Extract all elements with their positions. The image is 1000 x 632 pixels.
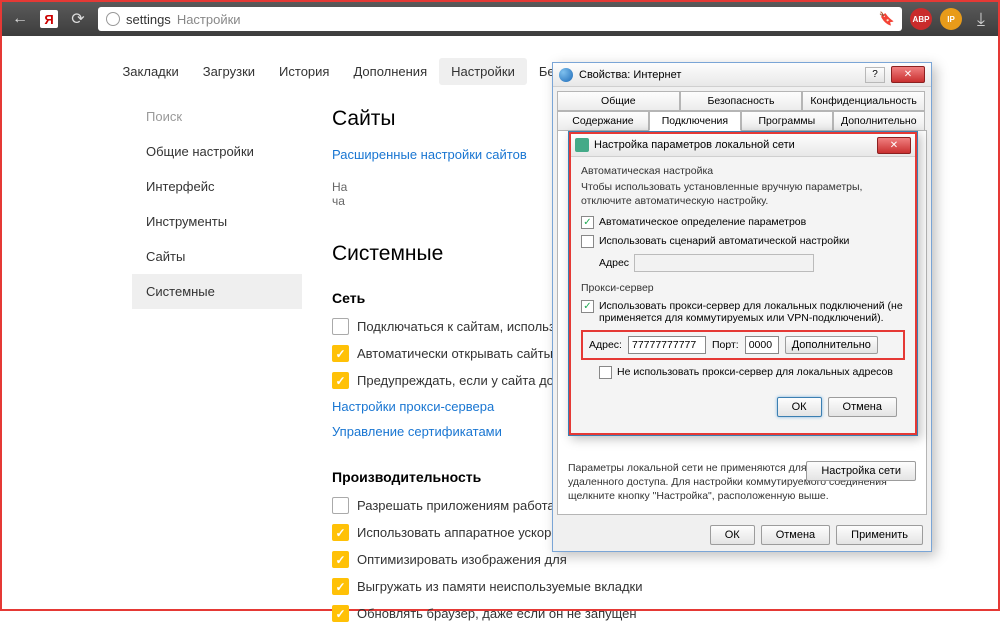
network-icon xyxy=(575,138,589,152)
lan-close-button[interactable]: ✕ xyxy=(877,137,911,154)
address-text: Настройки xyxy=(177,12,241,27)
settings-tab[interactable]: Дополнения xyxy=(341,58,439,85)
use-proxy-checkbox[interactable] xyxy=(581,300,594,313)
performance-option-checkbox[interactable] xyxy=(332,578,349,595)
dialog-titlebar[interactable]: Свойства: Интернет ? ✕ xyxy=(553,63,931,87)
dialog-tab[interactable]: Дополнительно xyxy=(833,111,925,131)
settings-tab[interactable]: Настройки xyxy=(439,58,527,85)
help-button[interactable]: ? xyxy=(865,67,885,83)
use-proxy-label: Использовать прокси-сервер для локальных… xyxy=(599,300,905,324)
bypass-local-checkbox[interactable] xyxy=(599,366,612,379)
auto-config-heading: Автоматическая настройка xyxy=(581,165,905,177)
auto-detect-checkbox[interactable] xyxy=(581,216,594,229)
downloads-icon[interactable]: ⤓ xyxy=(970,9,992,30)
network-option-checkbox[interactable] xyxy=(332,318,349,335)
sidebar-item[interactable]: Общие настройки xyxy=(132,134,302,169)
performance-option-label: Выгружать из памяти неиспользуемые вклад… xyxy=(357,579,643,594)
address-bar[interactable]: settings Настройки 🔖 xyxy=(98,7,902,31)
globe-icon xyxy=(559,68,573,82)
network-option-checkbox[interactable] xyxy=(332,345,349,362)
proxy-port-label: Порт: xyxy=(712,339,739,351)
browser-toolbar: ← Я ⟳ settings Настройки 🔖 ABP IP ⤓ xyxy=(2,2,998,36)
sidebar-item[interactable]: Сайты xyxy=(132,239,302,274)
apply-button[interactable]: Применить xyxy=(836,525,923,545)
dialog-buttons: ОК Отмена Применить xyxy=(553,519,931,551)
use-script-checkbox[interactable] xyxy=(581,235,594,248)
dialog-tab[interactable]: Безопасность xyxy=(680,91,803,111)
auto-config-note: Чтобы использовать установленные вручную… xyxy=(581,181,905,208)
performance-option-checkbox[interactable] xyxy=(332,551,349,568)
performance-option-label: Обновлять браузер, даже если он не запущ… xyxy=(357,606,637,621)
dialog-tab[interactable]: Общие xyxy=(557,91,680,111)
network-option-label: Автоматически открывать сайты по xyxy=(357,346,571,361)
network-option-label: Подключаться к сайтам, использую xyxy=(357,319,571,334)
script-address-label: Адрес xyxy=(599,257,629,269)
lan-ok-button[interactable]: ОК xyxy=(777,397,822,417)
performance-option-label: Разрешать приложениям работать xyxy=(357,498,567,513)
network-settings-button[interactable]: Настройка сети xyxy=(806,461,916,481)
proxy-address-label: Адрес: xyxy=(589,339,622,351)
back-button[interactable]: ← xyxy=(8,7,32,31)
bookmark-icon[interactable]: 🔖 xyxy=(880,10,894,28)
sidebar-item[interactable]: Инструменты xyxy=(132,204,302,239)
bypass-local-label: Не использовать прокси-сервер для локаль… xyxy=(617,366,893,378)
auto-detect-label: Автоматическое определение параметров xyxy=(599,216,806,228)
dialog-tab[interactable]: Конфиденциальность xyxy=(802,91,925,111)
site-icon xyxy=(106,12,120,26)
performance-option-checkbox[interactable] xyxy=(332,497,349,514)
close-button[interactable]: ✕ xyxy=(891,66,925,83)
settings-tab[interactable]: История xyxy=(267,58,341,85)
lan-cancel-button[interactable]: Отмена xyxy=(828,397,897,417)
performance-option-checkbox[interactable] xyxy=(332,524,349,541)
proxy-port-input[interactable] xyxy=(745,336,779,354)
proxy-address-input[interactable] xyxy=(628,336,706,354)
yandex-logo[interactable]: Я xyxy=(40,10,58,28)
performance-option-label: Оптимизировать изображения для xyxy=(357,552,567,567)
performance-option-row: Оптимизировать изображения для xyxy=(332,551,868,568)
performance-option-row: Выгружать из памяти неиспользуемые вклад… xyxy=(332,578,868,595)
proxy-heading: Прокси-сервер xyxy=(581,282,905,294)
use-script-label: Использовать сценарий автоматической нас… xyxy=(599,235,849,247)
lan-dialog-title: Настройка параметров локальной сети xyxy=(594,139,872,151)
dialog-tab[interactable]: Содержание xyxy=(557,111,649,131)
cancel-button[interactable]: Отмена xyxy=(761,525,830,545)
lan-dialog-body: Автоматическая настройка Чтобы использов… xyxy=(571,157,915,433)
proxy-advanced-button[interactable]: Дополнительно xyxy=(785,336,878,354)
dialog-tabs: ОбщиеБезопасностьКонфиденциальность Содер… xyxy=(553,87,931,131)
dialog-tab[interactable]: Подключения xyxy=(649,111,741,131)
address-prefix: settings xyxy=(126,12,171,27)
performance-option-row: Обновлять браузер, даже если он не запущ… xyxy=(332,605,868,622)
ip-extension-icon[interactable]: IP xyxy=(940,8,962,30)
sidebar-search[interactable]: Поиск xyxy=(132,99,302,134)
sidebar-item[interactable]: Системные xyxy=(132,274,302,309)
performance-option-checkbox[interactable] xyxy=(332,605,349,622)
dialog-title: Свойства: Интернет xyxy=(579,69,859,81)
sidebar-item[interactable]: Интерфейс xyxy=(132,169,302,204)
settings-tab[interactable]: Закладки xyxy=(110,58,190,85)
lan-dialog-titlebar[interactable]: Настройка параметров локальной сети ✕ xyxy=(571,134,915,157)
network-option-label: Предупреждать, если у сайта долж xyxy=(357,373,570,388)
ok-button[interactable]: ОК xyxy=(710,525,755,545)
lan-settings-dialog: Настройка параметров локальной сети ✕ Ав… xyxy=(568,131,918,436)
settings-tab[interactable]: Загрузки xyxy=(191,58,267,85)
dialog-tab[interactable]: Программы xyxy=(741,111,833,131)
settings-sidebar: Поиск Общие настройкиИнтерфейсИнструмент… xyxy=(132,99,302,632)
abp-extension-icon[interactable]: ABP xyxy=(910,8,932,30)
proxy-address-row: Адрес: Порт: Дополнительно xyxy=(581,330,905,360)
reload-button[interactable]: ⟳ xyxy=(66,7,90,31)
network-option-checkbox[interactable] xyxy=(332,372,349,389)
performance-option-label: Использовать аппаратное ускорен xyxy=(357,525,566,540)
script-address-input xyxy=(634,254,814,272)
